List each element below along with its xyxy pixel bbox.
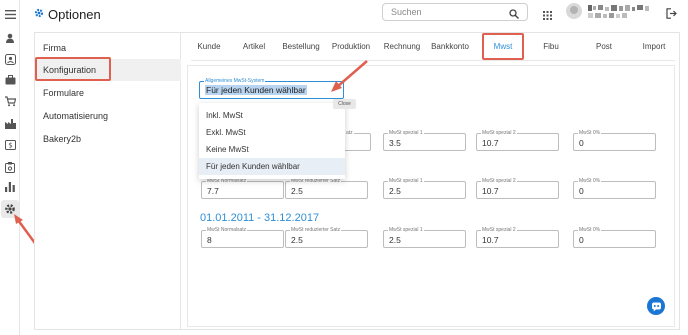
field-label: MwSt spezial 1 <box>388 227 424 233</box>
field-label: MwSt 0% <box>578 130 602 136</box>
tab-artikel[interactable]: Artikel <box>243 42 265 51</box>
row2-normal-field[interactable]: MwSt Normalsatz 7.7 <box>201 178 284 199</box>
tab-rechnung[interactable]: Rechnung <box>384 42 420 51</box>
user-name-redacted <box>588 4 654 20</box>
gear-title-icon <box>34 5 44 23</box>
mwst-system-select[interactable]: Allgemeines MwSt-System Für jeden Kunden… <box>199 78 344 99</box>
field-value: 0 <box>579 186 584 196</box>
cart-icon[interactable] <box>3 94 17 108</box>
option-keine-mwst[interactable]: Keine MwSt <box>199 141 345 158</box>
subnav-item-bakery2b[interactable]: Bakery2b <box>35 128 181 150</box>
subnav-label: Automatisierung <box>43 111 109 121</box>
page-title-wrap: Optionen <box>34 5 101 23</box>
mwst-system-dropdown: Inkl. MwSt Exkl. MwSt Keine MwSt Für jed… <box>199 103 345 179</box>
field-value: 8 <box>207 235 212 245</box>
field-label: MwSt spezial 1 <box>388 178 424 184</box>
left-rail: $ <box>0 0 42 335</box>
option-inkl-mwst[interactable]: Inkl. MwSt <box>199 107 345 124</box>
invoice-icon[interactable]: $ <box>3 138 17 152</box>
field-label: atz <box>345 130 354 136</box>
field-value: 10.7 <box>482 186 499 196</box>
field-label: MwSt spezial 1 <box>388 130 424 136</box>
field-label: MwSt reduzierter Satz <box>290 227 342 233</box>
tab-produktion[interactable]: Produktion <box>332 42 370 51</box>
field-value: 0 <box>579 235 584 245</box>
field-value: 7.7 <box>207 186 219 196</box>
option-exkl-mwst[interactable]: Exkl. MwSt <box>199 124 345 141</box>
row1-zero-field[interactable]: MwSt 0% 0 <box>573 130 656 151</box>
chat-bot-icon <box>651 302 661 311</box>
subnav-item-formulare[interactable]: Formulare <box>35 82 181 104</box>
field-value: 2.5 <box>291 186 303 196</box>
factory-icon[interactable] <box>3 117 17 131</box>
customer-search-icon[interactable] <box>3 52 17 66</box>
close-tooltip-button[interactable]: Close <box>333 99 356 109</box>
row2-special1-field[interactable]: MwSt spezial 1 2.5 <box>383 178 466 199</box>
tab-highlight-box <box>482 33 524 60</box>
field-label: MwSt spezial 2 <box>481 227 517 233</box>
s2-special2-field[interactable]: MwSt spezial 2 10.7 <box>476 227 559 248</box>
s2-normal-field[interactable]: MwSt Normalsatz 8 <box>201 227 284 248</box>
tab-import[interactable]: Import <box>643 42 666 51</box>
menu-icon[interactable] <box>3 7 17 21</box>
subnav-label: Formulare <box>43 88 85 98</box>
row2-special2-field[interactable]: MwSt spezial 2 10.7 <box>476 178 559 199</box>
subnav-label: Bakery2b <box>43 134 82 144</box>
options-subnav: Firma Konfiguration Formulare Automatisi… <box>35 33 181 329</box>
field-value: 10.7 <box>482 138 499 148</box>
search-icon[interactable] <box>509 6 519 24</box>
section-heading: 01.01.2011 - 31.12.2017 <box>200 212 320 224</box>
subnav-item-firma[interactable]: Firma <box>35 37 181 59</box>
subnav-item-konfiguration[interactable]: Konfiguration <box>35 57 181 81</box>
options-panel: Firma Konfiguration Formulare Automatisi… <box>34 32 680 330</box>
field-label: MwSt 0% <box>578 178 602 184</box>
s2-special1-field[interactable]: MwSt spezial 1 2.5 <box>383 227 466 248</box>
tab-kunde[interactable]: Kunde <box>197 42 220 51</box>
row1-special1-field[interactable]: MwSt spezial 1 3.5 <box>383 130 466 151</box>
tab-bestellung[interactable]: Bestellung <box>282 42 319 51</box>
briefcase-icon[interactable] <box>3 73 17 87</box>
field-value: 2.5 <box>291 235 303 245</box>
bar-chart-icon[interactable] <box>3 180 17 194</box>
option-fuer-jeden-kunden[interactable]: Für jeden Kunden wählbar <box>199 158 345 175</box>
logout-icon[interactable] <box>666 6 677 24</box>
field-value: 2.5 <box>389 235 401 245</box>
clipboard-icon[interactable] <box>3 160 17 174</box>
field-label: MwSt spezial 2 <box>481 178 517 184</box>
svg-text:$: $ <box>8 142 12 150</box>
select-value: Für jeden Kunden wählbar <box>205 85 307 95</box>
subnav-label: Firma <box>43 43 66 53</box>
tab-bankkonto[interactable]: Bankkonto <box>431 42 469 51</box>
select-pointer-arrow <box>331 60 368 92</box>
field-value: 10.7 <box>482 235 499 245</box>
field-value: 2.5 <box>389 186 401 196</box>
field-value: 3.5 <box>389 138 401 148</box>
settings-tabs: Kunde Artikel Bestellung Produktion Rech… <box>191 33 675 61</box>
row2-zero-field[interactable]: MwSt 0% 0 <box>573 178 656 199</box>
field-label: MwSt 0% <box>578 227 602 233</box>
s2-reduced-field[interactable]: MwSt reduzierter Satz 2.5 <box>285 227 368 248</box>
row2-reduced-field[interactable]: MwSt reduzierter Satz 2.5 <box>285 178 368 199</box>
subnav-item-automatisierung[interactable]: Automatisierung <box>35 105 181 127</box>
search-input[interactable]: Suchen <box>382 3 528 21</box>
tab-fibu[interactable]: Fibu <box>543 42 559 51</box>
field-label: MwSt Normalsatz <box>206 227 248 233</box>
chat-bot-button[interactable] <box>647 297 665 315</box>
highlight-box <box>35 57 111 81</box>
field-label: MwSt spezial 2 <box>481 130 517 136</box>
row1-special2-field[interactable]: MwSt spezial 2 10.7 <box>476 130 559 151</box>
select-label: Allgemeines MwSt-System <box>204 78 266 84</box>
s2-zero-field[interactable]: MwSt 0% 0 <box>573 227 656 248</box>
field-value: 0 <box>579 138 584 148</box>
app: $ Optionen Suchen Firma Konfiguration Fo… <box>0 0 688 335</box>
tab-post[interactable]: Post <box>596 42 612 51</box>
person-icon[interactable] <box>3 31 17 45</box>
user-avatar[interactable] <box>566 3 582 19</box>
page-title: Optionen <box>48 6 101 22</box>
apps-grid-icon[interactable] <box>543 7 552 25</box>
